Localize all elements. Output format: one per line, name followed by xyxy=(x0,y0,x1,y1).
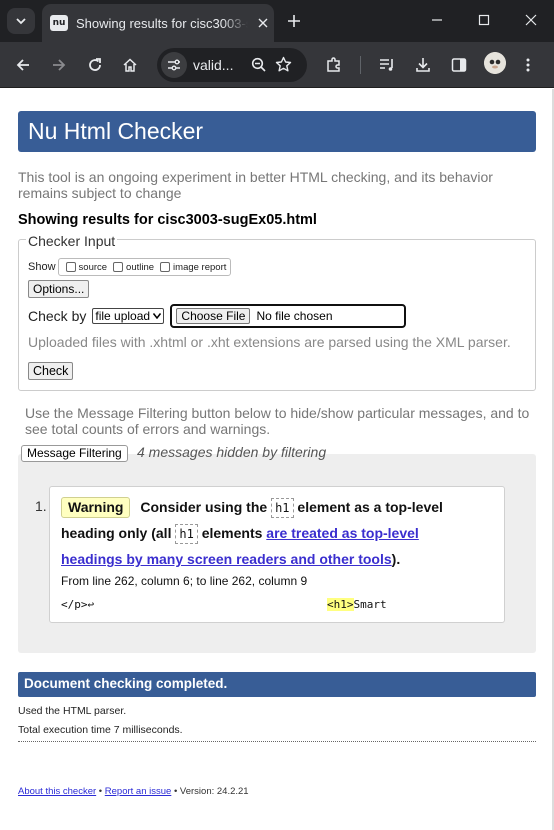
show-label: Show xyxy=(28,261,56,273)
show-options-row: Show source outline image report xyxy=(28,258,232,276)
file-input[interactable]: Choose File No file chosen xyxy=(170,304,407,328)
check-by-row: Check by file upload Choose File No file… xyxy=(28,304,407,328)
extract-before: </p>↩ xyxy=(61,598,95,611)
url-text: valid... xyxy=(193,57,234,73)
home-icon xyxy=(123,58,137,72)
page-content: Nu Html Checker This tool is an ongoing … xyxy=(0,89,554,830)
element-code: h1 xyxy=(271,498,294,518)
file-status: No file chosen xyxy=(256,309,333,323)
element-code: h1 xyxy=(175,524,198,544)
footer: About this checker • Report an issue • V… xyxy=(18,786,249,797)
message-part: ). xyxy=(391,551,401,567)
download-icon xyxy=(416,58,430,72)
reading-list-button[interactable] xyxy=(373,51,401,79)
star-icon xyxy=(275,56,292,72)
minimize-button[interactable] xyxy=(424,8,450,32)
bookmark-button[interactable] xyxy=(275,56,292,78)
browser-tab[interactable]: nu Showing results for cisc3003-sugEx05.… xyxy=(42,4,274,42)
version-text: • Version: 24.2.21 xyxy=(173,786,249,797)
menu-button[interactable] xyxy=(514,51,542,79)
options-button[interactable]: Options... xyxy=(28,280,90,298)
warning-badge: Warning xyxy=(61,497,131,518)
page-title: Nu Html Checker xyxy=(18,111,536,152)
checking-completed-banner: Document checking completed. xyxy=(18,672,536,697)
arrow-right-icon xyxy=(53,59,66,71)
tab-search-button[interactable] xyxy=(7,8,35,34)
footer-separator: • xyxy=(98,786,103,797)
parser-used-note: Used the HTML parser. xyxy=(18,705,127,717)
back-button[interactable] xyxy=(9,51,37,79)
tune-icon xyxy=(168,59,180,71)
close-icon xyxy=(258,18,268,28)
extract-highlight-wrap: <h1>Smart xyxy=(327,598,387,611)
forward-button[interactable] xyxy=(45,51,73,79)
close-window-button[interactable] xyxy=(518,8,544,32)
results-heading: Showing results for cisc3003-sugEx05.htm… xyxy=(18,212,317,228)
about-checker-link[interactable]: About this checker xyxy=(18,786,96,797)
toolbar-separator xyxy=(360,56,361,74)
check-button[interactable]: Check xyxy=(28,362,74,380)
close-icon xyxy=(525,14,537,26)
source-extract: </p>↩ <h1>Smart xyxy=(61,598,491,611)
image-report-checkbox[interactable] xyxy=(160,262,171,272)
avatar-icon xyxy=(484,52,506,74)
filter-instructions: Use the Message Filtering button below t… xyxy=(25,405,530,437)
reload-button[interactable] xyxy=(81,51,109,79)
more-vertical-icon xyxy=(526,58,530,72)
message-part: elements xyxy=(201,525,263,541)
site-info-button[interactable] xyxy=(161,52,187,78)
execution-time-note: Total execution time 7 milliseconds. xyxy=(18,724,183,736)
downloads-button[interactable] xyxy=(409,51,437,79)
playlist-icon xyxy=(380,59,393,71)
profile-avatar[interactable] xyxy=(484,52,506,74)
source-label: source xyxy=(78,261,108,273)
dotted-separator xyxy=(18,741,536,742)
tab-close-button[interactable] xyxy=(254,14,272,32)
checker-input-legend: Checker Input xyxy=(26,233,118,249)
puzzle-icon xyxy=(327,57,340,72)
address-bar[interactable]: valid... xyxy=(157,48,307,82)
maximize-icon xyxy=(478,14,490,26)
extract-highlight: <h1> xyxy=(327,598,354,611)
show-options-group: source outline image report xyxy=(57,258,232,276)
hidden-messages-note: 4 messages hidden by filtering xyxy=(137,444,327,460)
intro-text: This tool is an ongoing experiment in be… xyxy=(18,169,493,201)
message-part: Consider using the xyxy=(140,499,268,515)
extract-after: Smart xyxy=(353,598,387,611)
check-by-select[interactable]: file upload xyxy=(92,308,165,324)
message-text: Warning Consider using the h1 element as… xyxy=(61,494,481,572)
arrow-left-icon xyxy=(16,59,29,71)
side-panel-icon xyxy=(451,58,467,72)
reload-icon xyxy=(89,58,101,71)
outline-checkbox[interactable] xyxy=(113,262,124,272)
new-tab-button[interactable] xyxy=(283,10,305,32)
zoom-out-icon xyxy=(251,57,266,72)
message-filtering-button[interactable]: Message Filtering xyxy=(21,445,128,462)
home-button[interactable] xyxy=(116,51,144,79)
tab-strip: nu Showing results for cisc3003-sugEx05.… xyxy=(0,0,554,42)
maximize-button[interactable] xyxy=(471,8,497,32)
source-checkbox[interactable] xyxy=(65,262,76,272)
parser-note: Uploaded files with .xhtml or .xht exten… xyxy=(28,334,511,350)
outline-label: outline xyxy=(126,261,155,273)
message-number: 1. xyxy=(35,498,47,514)
warning-message: Warning Consider using the h1 element as… xyxy=(49,486,505,623)
choose-file-button[interactable]: Choose File xyxy=(176,308,251,324)
browser-toolbar: valid... xyxy=(0,42,554,88)
chevron-down-icon xyxy=(153,313,162,320)
tab-title: Showing results for cisc3003-sugEx05.htm… xyxy=(76,15,248,31)
side-panel-button[interactable] xyxy=(445,51,473,79)
check-by-value: file upload xyxy=(95,309,151,323)
check-by-label: Check by xyxy=(28,308,87,324)
extensions-button[interactable] xyxy=(320,51,348,79)
message-location: From line 262, column 6; to line 262, co… xyxy=(61,574,308,588)
minimize-icon xyxy=(432,19,442,21)
zoom-button[interactable] xyxy=(251,57,267,78)
chevron-down-icon xyxy=(16,18,26,25)
nu-favicon-icon: nu xyxy=(50,15,68,31)
checker-input-fieldset: Checker Input Show source outline image … xyxy=(18,233,536,391)
report-issue-link[interactable]: Report an issue xyxy=(105,786,172,797)
plus-icon xyxy=(288,15,300,27)
image-report-label: image report xyxy=(173,261,227,273)
